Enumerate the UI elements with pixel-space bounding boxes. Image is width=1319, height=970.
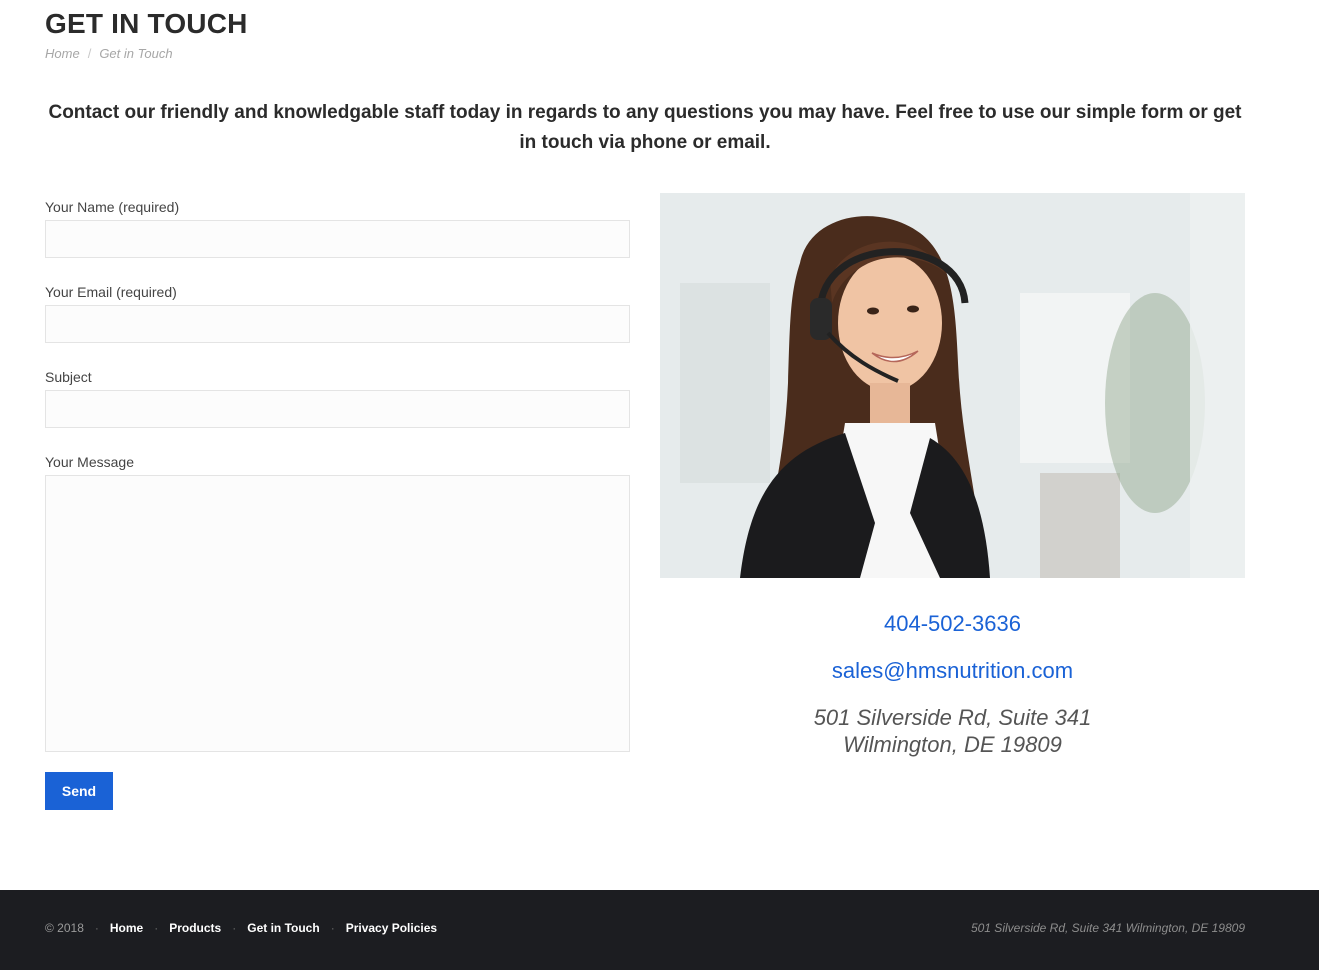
email-input[interactable] [45,305,630,343]
contact-form: Your Name (required) Your Email (require… [45,198,630,810]
address: 501 Silverside Rd, Suite 341 Wilmington,… [660,704,1245,758]
support-agent-photo [660,193,1245,578]
address-line-1: 501 Silverside Rd, Suite 341 [813,705,1092,730]
send-button[interactable]: Send [45,772,113,810]
name-label: Your Name (required) [45,199,180,215]
email-link[interactable]: sales@hmsnutrition.com [660,657,1245,685]
footer-link-home[interactable]: Home [110,921,143,935]
subject-input[interactable] [45,390,630,428]
support-agent-illustration [660,193,1245,578]
breadcrumb-home-link[interactable]: Home [45,46,80,61]
name-input[interactable] [45,220,630,258]
intro-text: Contact our friendly and knowledgable st… [48,102,1242,153]
footer-separator: · [232,921,237,935]
message-textarea[interactable] [45,475,630,752]
footer: © 2018 · Home · Products · Get in Touch … [0,890,1319,970]
footer-separator: · [154,921,159,935]
breadcrumb-separator: / [87,46,92,61]
footer-separator: · [330,921,335,935]
subject-label: Subject [45,369,92,385]
address-line-2: Wilmington, DE 19809 [843,732,1062,757]
footer-link-products[interactable]: Products [169,921,221,935]
phone-link[interactable]: 404-502-3636 [660,610,1245,638]
contact-info: 404-502-3636 sales@hmsnutrition.com 501 … [660,610,1245,758]
footer-separator: · [94,921,99,935]
footer-address: 501 Silverside Rd, Suite 341 Wilmington,… [970,921,1245,935]
copyright: © 2018 [45,921,84,935]
footer-link-privacy-policies[interactable]: Privacy Policies [346,921,437,935]
footer-nav: © 2018 · Home · Products · Get in Touch … [45,921,437,935]
page-title: GET IN TOUCH [45,8,248,39]
message-label: Your Message [45,454,134,470]
email-label: Your Email (required) [45,284,177,300]
breadcrumb: Home / Get in Touch [45,46,173,61]
contact-page: GET IN TOUCH Home / Get in Touch Contact… [0,0,1319,970]
breadcrumb-current: Get in Touch [99,46,173,61]
footer-link-get-in-touch[interactable]: Get in Touch [247,921,319,935]
